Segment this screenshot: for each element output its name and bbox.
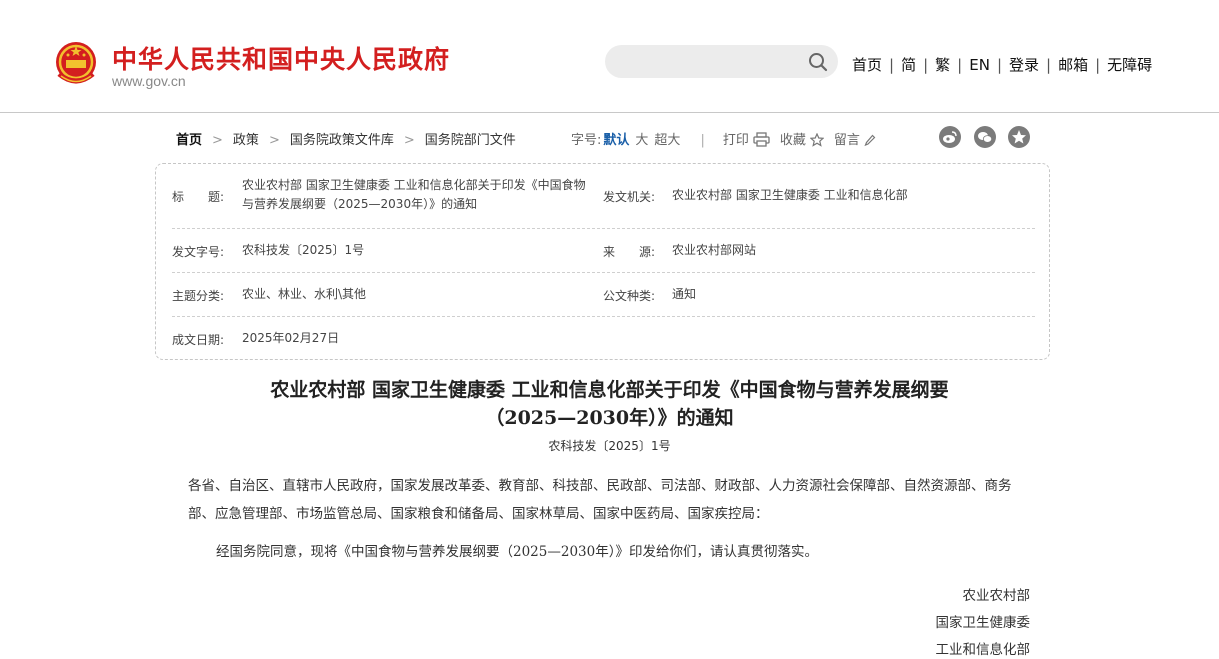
meta-topic-value: 农业、林业、水利\其他 [242, 287, 367, 301]
tools-divider: | [700, 133, 705, 148]
article-doc-number: 农科技发〔2025〕1号 [548, 439, 671, 453]
meta-row-title: 标 题: 农业农村部 国家卫生健康委 工业和信息化部关于印发《中国食物与营养发展… [172, 164, 1035, 229]
meta-issuer-label: 发文机关: [603, 190, 656, 204]
signature-miit: 工业和信息化部 [935, 642, 1031, 658]
meta-docno-label: 发文字号: [172, 245, 225, 259]
star-icon [809, 133, 824, 147]
meta-row-topic: 主题分类: 农业、林业、水利\其他 公文种类: 通知 [172, 273, 1035, 317]
font-size-large[interactable]: 大 [635, 129, 648, 148]
meta-title-value: 农业农村部 国家卫生健康委 工业和信息化部关于印发《中国食物与营养发展纲要（20… [242, 178, 586, 211]
print-button[interactable]: 打印 [723, 129, 770, 148]
weibo-share-icon[interactable] [939, 126, 961, 148]
article-paragraph: 经国务院同意，现将《中国食物与营养发展纲要（2025—2030年）》印发给你们，… [216, 544, 818, 560]
document-meta-box: 标 题: 农业农村部 国家卫生健康委 工业和信息化部关于印发《中国食物与营养发展… [155, 163, 1050, 360]
site-header: 中华人民共和国中央人民政府 www.gov.cn 首页 | 简 | 繁 | EN | 登录 | 邮箱… [0, 0, 1219, 113]
meta-docno-value: 农科技发〔2025〕1号 [242, 243, 365, 257]
qzone-star-icon [1012, 130, 1026, 144]
meta-source-label: 来 源: [603, 245, 656, 259]
nav-home[interactable]: 首页 [852, 54, 882, 75]
article-tools: 字号: 默认大超大 | 打印 收藏 留言 [571, 129, 886, 148]
signature-moa: 农业农村部 [962, 588, 1031, 604]
meta-topic-label: 主题分类: [172, 289, 225, 303]
article-title-line2: （2025—2030年）》的通知 [485, 407, 734, 429]
meta-type-label: 公文种类: [603, 289, 656, 303]
comment-button[interactable]: 留言 [834, 129, 876, 148]
article-title: 农业农村部 国家卫生健康委 工业和信息化部关于印发《中国食物与营养发展纲要 （2… [0, 376, 1219, 432]
nav-accessibility[interactable]: 无障碍 [1107, 54, 1152, 75]
breadcrumb-dept-docs[interactable]: 国务院部门文件 [425, 129, 516, 148]
wechat-share-icon[interactable] [974, 126, 996, 148]
chevron-right-icon: > [268, 133, 280, 148]
signature-nhc: 国家卫生健康委 [935, 615, 1031, 631]
meta-source-value: 农业农村部网站 [672, 243, 757, 257]
chevron-right-icon: > [212, 133, 223, 148]
nav-traditional[interactable]: 繁 [935, 54, 950, 75]
article-title-line1: 农业农村部 国家卫生健康委 工业和信息化部关于印发《中国食物与营养发展纲要 [270, 379, 949, 401]
printer-icon [753, 132, 770, 147]
wechat-icon [978, 132, 993, 143]
breadcrumb: 首页 > 政策 > 国务院政策文件库 > 国务院部门文件 [176, 129, 516, 148]
chevron-right-icon: > [403, 133, 415, 148]
article-salutation: 各省、自治区、直辖市人民政府，国家发展改革委、教育部、科技部、民政部、司法部、财… [188, 478, 1012, 522]
national-emblem-icon[interactable] [53, 40, 99, 88]
nav-login[interactable]: 登录 [1009, 54, 1039, 75]
search-icon[interactable] [808, 52, 828, 72]
nav-mail[interactable]: 邮箱 [1058, 54, 1088, 75]
meta-date-value: 2025年02月27日 [242, 331, 340, 345]
search-input[interactable] [605, 45, 838, 78]
breadcrumb-policy[interactable]: 政策 [233, 129, 259, 148]
font-size-xlarge[interactable]: 超大 [654, 129, 680, 148]
font-size-label: 字号: [571, 133, 602, 148]
top-nav: 首页 | 简 | 繁 | EN | 登录 | 邮箱 | 无障碍 [852, 54, 1153, 75]
nav-simplified[interactable]: 简 [901, 54, 916, 75]
site-title[interactable]: 中华人民共和国中央人民政府 [112, 40, 450, 76]
pencil-icon [864, 134, 876, 147]
meta-date-label: 成文日期: [172, 333, 225, 347]
meta-issuer-value: 农业农村部 国家卫生健康委 工业和信息化部 [672, 188, 908, 202]
breadcrumb-home[interactable]: 首页 [176, 129, 202, 148]
favorite-button[interactable]: 收藏 [780, 129, 824, 148]
weibo-icon [943, 131, 957, 143]
meta-title-label: 标 题: [172, 190, 225, 204]
breadcrumb-policy-library[interactable]: 国务院政策文件库 [290, 129, 394, 148]
site-url[interactable]: www.gov.cn [112, 73, 186, 89]
meta-row-docno: 发文字号: 农科技发〔2025〕1号 来 源: 农业农村部网站 [172, 229, 1035, 273]
font-size-default[interactable]: 默认 [603, 129, 629, 148]
nav-english[interactable]: EN [969, 56, 990, 74]
meta-row-date: 成文日期: 2025年02月27日 [172, 317, 1035, 359]
meta-type-value: 通知 [672, 287, 697, 301]
qzone-share-icon[interactable] [1008, 126, 1030, 148]
